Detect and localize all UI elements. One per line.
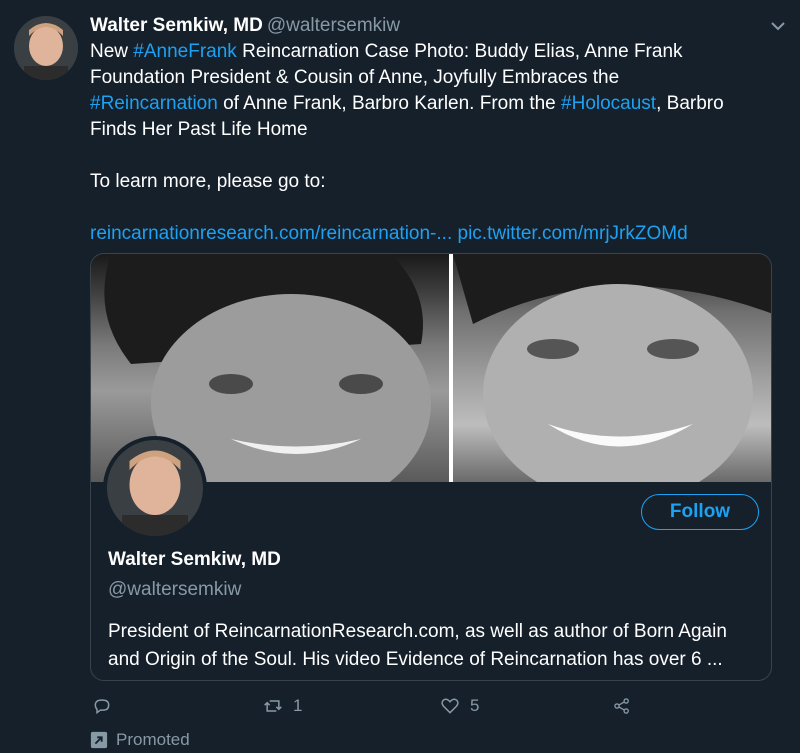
pic-link[interactable]: pic.twitter.com/mrjJrkZOMd [458,223,688,244]
tweet-text: New #AnneFrank Reincarnation Case Photo:… [90,39,780,247]
tweet-text-line: #Reincarnation of Anne Frank, Barbro Kar… [90,91,780,117]
share-button[interactable] [612,693,632,719]
promoted-icon [90,731,108,749]
tweet-text-line: Foundation President & Cousin of Anne, J… [90,65,780,91]
tweet-text-segment: Foundation President & Cousin of Anne, J… [90,67,620,88]
share-icon [614,698,629,714]
tweet-text-segment: Reincarnation Case Photo: Buddy Elias, A… [236,41,683,62]
promoted-label: Promoted [90,730,190,750]
tweet-text-segment: , Barbro [656,93,724,114]
tweet-text-segment: New [90,41,134,62]
card-avatar[interactable] [103,436,207,540]
card-bio: President of ReincarnationResearch.com, … [108,618,768,674]
bio-line: and Origin of the Soul. His video Eviden… [108,649,723,670]
retweet-count: 1 [293,696,303,715]
url-link[interactable]: reincarnationresearch.com/reincarnation-… [90,223,452,244]
card-author-handle[interactable]: @waltersemkiw [108,579,241,601]
tweet-header: Walter Semkiw, MD @waltersemkiw [90,14,400,38]
card-author-name[interactable]: Walter Semkiw, MD [108,549,281,571]
photo-smiling-man[interactable] [453,254,771,504]
profile-card[interactable]: Follow Walter Semkiw, MD @waltersemkiw P… [90,253,772,681]
tweet-text-line: Finds Her Past Life Home [90,117,780,143]
like-count: 5 [470,696,480,715]
follow-button[interactable]: Follow [641,494,759,530]
chevron-down-icon[interactable] [766,14,790,38]
avatar-image [107,440,203,536]
author-handle[interactable]: @waltersemkiw [267,15,400,36]
hashtag-link[interactable]: #AnneFrank [133,41,237,62]
retweet-icon [264,700,282,712]
like-button[interactable]: 5 [440,693,479,719]
author-avatar[interactable] [14,16,78,80]
retweet-button[interactable]: 1 [263,693,302,719]
tweet-actions: 1 5 [0,693,800,719]
reply-icon [94,699,110,715]
author-name[interactable]: Walter Semkiw, MD [90,15,263,36]
links-line: reincarnationresearch.com/reincarnation-… [90,221,780,247]
bio-line: President of ReincarnationResearch.com, … [108,621,727,642]
learn-more-text: To learn more, please go to: [90,171,326,192]
reply-button[interactable] [92,693,112,719]
hashtag-link[interactable]: #Holocaust [561,93,656,114]
heart-icon [441,698,459,714]
tweet-text-segment: Finds Her Past Life Home [90,119,308,140]
promoted-text: Promoted [116,730,190,749]
tweet-text-segment: of Anne Frank, Barbro Karlen. From the [217,93,562,114]
avatar-image [14,16,78,80]
hashtag-link[interactable]: #Reincarnation [90,93,218,114]
tweet-text-line: New #AnneFrank Reincarnation Case Photo:… [90,39,780,65]
